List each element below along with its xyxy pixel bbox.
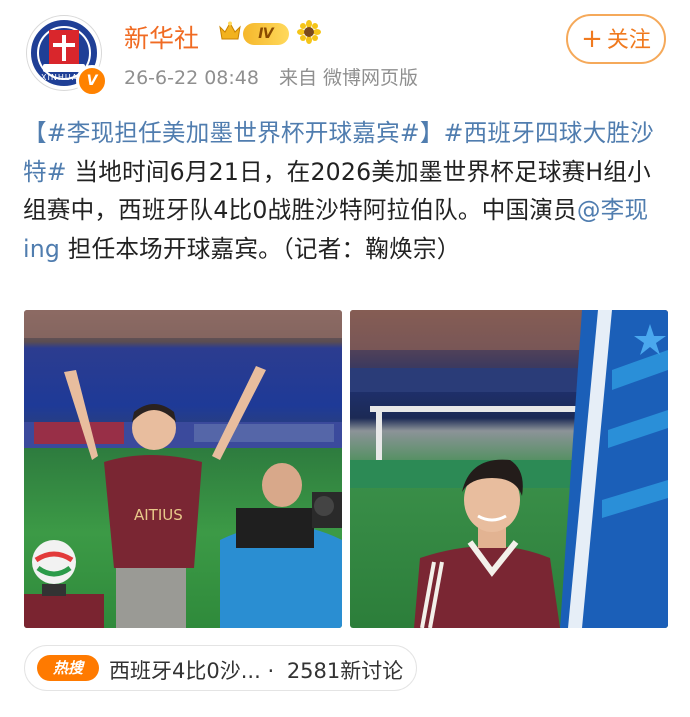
post-body-2: 担任本场开球嘉宾。（记者：鞠焕宗） (60, 234, 461, 263)
hot-search-count: 2581新讨论 (286, 659, 404, 683)
hot-search-text: 西班牙4比0沙... · 2581新讨论 (109, 655, 403, 685)
hot-search-link[interactable]: 热搜 西班牙4比0沙... · 2581新讨论 (24, 645, 417, 691)
verified-badge-icon: V (76, 65, 108, 97)
post-text: 【#李现担任美加墨世界杯开球嘉宾#】#西班牙四球大胜沙特# 当地时间6月21日，… (23, 114, 668, 268)
plus-icon: + (581, 24, 603, 54)
post-photo-1[interactable]: AITIUS (24, 310, 342, 628)
hot-search-title: 西班牙4比0沙... (109, 659, 261, 683)
follow-button[interactable]: + 关注 (566, 14, 666, 64)
post-timestamp: 26-6-22 08:48 (124, 67, 259, 89)
crown-icon (219, 21, 241, 41)
follow-label: 关注 (606, 28, 651, 53)
hot-search-separator: · (267, 659, 275, 683)
sunflower-icon (297, 20, 321, 44)
post-header: XINHUA V 新华社 Ⅳ 26-6-22 08:48 来自 微博网页版 + 关… (0, 0, 690, 110)
post-photo-2[interactable] (350, 310, 668, 628)
post-body-1: 当地时间6月21日，在2026美加墨世界杯足球赛H组小组赛中，西班牙队4比0战胜… (23, 157, 651, 225)
photo-grid: AITIUS (24, 310, 668, 628)
post-meta: 26-6-22 08:48 来自 微博网页版 (124, 63, 432, 90)
vip-level-badge: Ⅳ (243, 23, 289, 45)
post-source: 来自 微博网页版 (279, 67, 419, 89)
shirt-text: AITIUS (134, 506, 183, 524)
xinhua-logo-icon (43, 30, 85, 72)
account-name[interactable]: 新华社 (124, 19, 199, 55)
avatar-caption: XINHUA (41, 73, 79, 82)
topic-link-1[interactable]: 【#李现担任美加墨世界杯开球嘉宾#】 (23, 119, 444, 147)
hot-search-badge: 热搜 (37, 655, 99, 681)
